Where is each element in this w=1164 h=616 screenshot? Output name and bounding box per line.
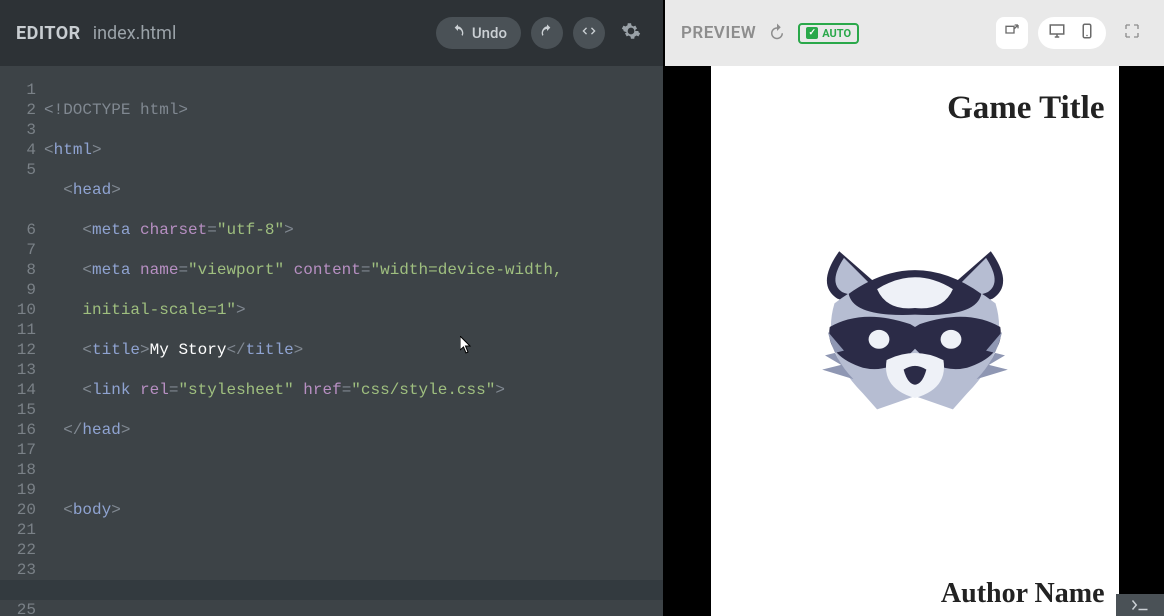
game-title-heading: Game Title [947,90,1104,127]
auto-refresh-toggle[interactable]: AUTO [798,23,859,44]
device-selector[interactable] [1038,17,1106,49]
filename[interactable]: index.html [93,23,177,44]
console-icon [1131,596,1149,615]
gear-icon [621,21,641,45]
undo-button[interactable]: Undo [436,17,521,49]
open-external-button[interactable] [996,17,1028,49]
settings-button[interactable] [615,17,647,49]
editor-toolbar: Undo [436,17,647,49]
console-toggle[interactable] [1116,594,1164,616]
editor-title: EDITOR [16,23,81,44]
preview-viewport: Game Title [665,66,1164,616]
desktop-icon[interactable] [1048,22,1066,44]
fullscreen-button[interactable] [1116,17,1148,49]
raccoon-image [810,237,1020,417]
code-content[interactable]: <!DOCTYPE html> <html> <head> <meta char… [44,80,663,616]
line-gutter: 12345 6789101112 13141516171819 20212223… [0,80,44,616]
mouse-cursor-icon [460,336,472,354]
redo-icon [539,23,555,43]
fullscreen-icon [1124,23,1140,43]
preview-header: PREVIEW AUTO [665,0,1164,66]
author-name-heading: Author Name [941,578,1105,616]
editor-header: EDITOR index.html Undo [0,0,663,66]
refresh-button[interactable] [766,22,788,44]
external-icon [1004,23,1020,43]
refresh-icon [768,22,786,44]
code-icon [581,23,597,43]
code-view-button[interactable] [573,17,605,49]
mobile-icon[interactable] [1078,22,1096,44]
undo-icon [450,23,466,43]
preview-pane: PREVIEW AUTO [663,0,1164,616]
redo-button[interactable] [531,17,563,49]
editor-pane: EDITOR index.html Undo [0,0,663,616]
rendered-page[interactable]: Game Title [711,66,1119,616]
preview-title: PREVIEW [681,23,756,43]
code-editor[interactable]: 12345 6789101112 13141516171819 20212223… [0,66,663,616]
undo-label: Undo [472,24,507,42]
